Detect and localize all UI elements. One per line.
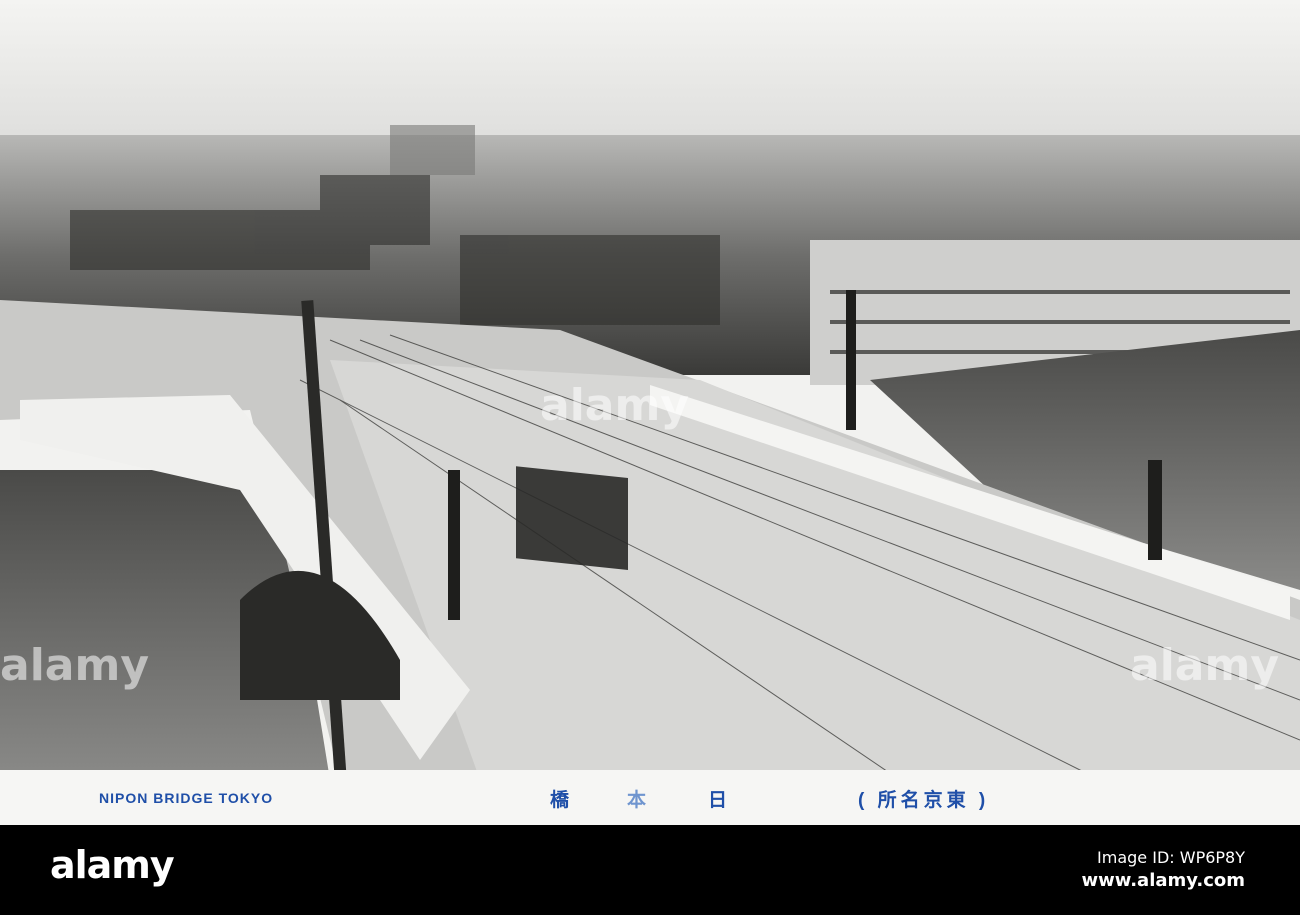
site-link[interactable]: www.alamy.com (1081, 870, 1245, 891)
caption-japanese-char: 橋 (550, 790, 570, 811)
tram (516, 466, 628, 571)
watermark: alamy (1130, 640, 1279, 691)
caption-english: NIPON BRIDGE TOKYO (99, 790, 274, 806)
alamy-logo[interactable]: alamy (50, 843, 175, 887)
caption-series: ( 所名京東 ) (858, 790, 990, 811)
postcard-photo: alamy alamy alamy NIPON BRIDGE TOKYO 橋 本… (0, 0, 1300, 825)
watermark: alamy (540, 380, 689, 431)
watermark: alamy (0, 640, 149, 691)
lamp-post (846, 290, 856, 430)
lamp-post (1148, 460, 1162, 560)
lamp-post (448, 470, 460, 620)
caption-japanese-char: 本 (627, 790, 647, 811)
caption-japanese-char: 日 (708, 790, 728, 811)
image-id: Image ID: WP6P8Y (1097, 848, 1245, 867)
